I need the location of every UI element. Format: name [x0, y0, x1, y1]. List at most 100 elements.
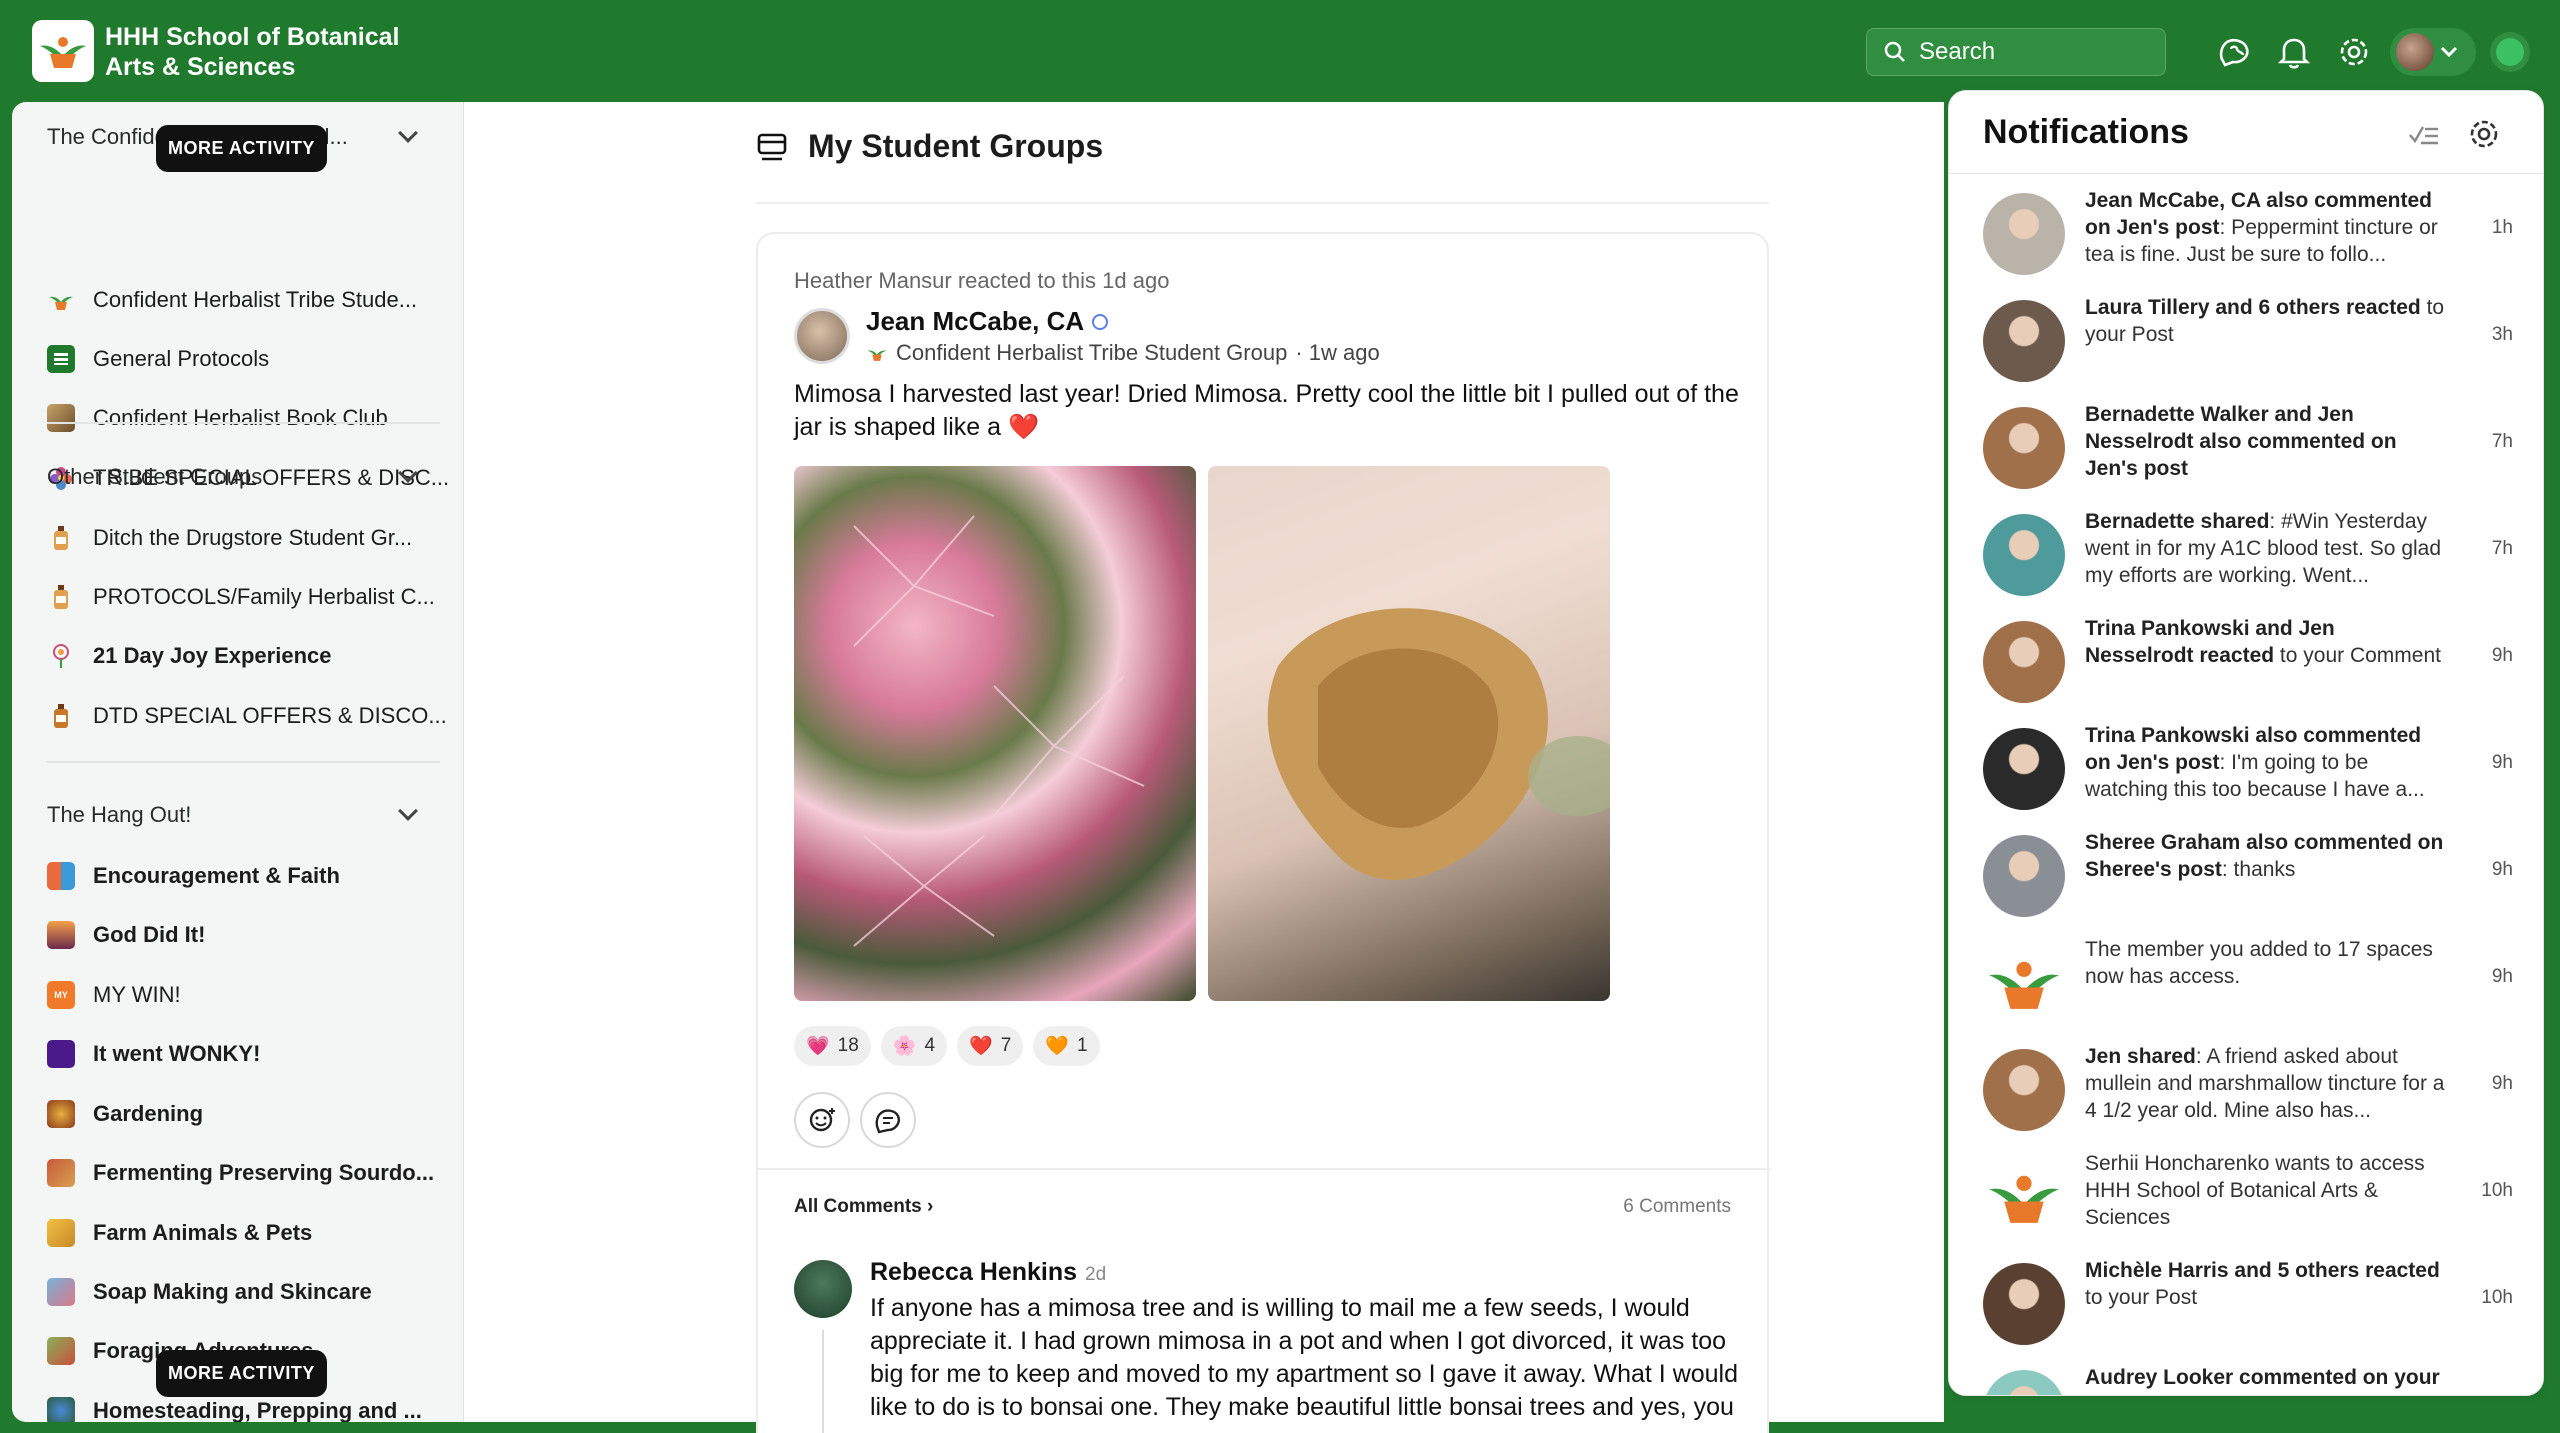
sidebar-item-label: It went WONKY!: [93, 1041, 261, 1066]
section-header-hang-out[interactable]: The Hang Out!: [47, 801, 427, 828]
notification-message: to your Comment: [2274, 644, 2441, 667]
notification-time: 3h: [2491, 324, 2513, 345]
author-name[interactable]: Jean McCabe, CA: [866, 306, 1109, 337]
notification-avatar: [1983, 514, 2065, 596]
reaction-pill[interactable]: 💗 18: [794, 1026, 871, 1066]
bell-icon[interactable]: [2274, 32, 2314, 72]
notification-text: Laura Tillery and 6 others reacted to yo…: [2085, 294, 2445, 348]
notification-time: 9h: [2491, 1073, 2513, 1094]
comment-icon: [875, 1109, 900, 1134]
sidebar-item-dtd-offers[interactable]: DTD SPECIAL OFFERS & DISCO...: [47, 696, 447, 736]
notification-text: Bernadette shared: #Win Yesterday went i…: [2085, 508, 2445, 589]
notification-item[interactable]: Jean McCabe, CA also commented on Jen's …: [1983, 187, 2513, 283]
notification-text: Trina Pankowski also commented on Jen's …: [2085, 722, 2445, 803]
commenter-avatar[interactable]: [794, 1260, 852, 1318]
sidebar-item-my-win[interactable]: MY MY WIN!: [47, 975, 447, 1015]
sidebar-item-encouragement[interactable]: Encouragement & Faith: [47, 856, 447, 896]
sidebar-item-wonky[interactable]: It went WONKY!: [47, 1034, 447, 1074]
commenter-name[interactable]: Rebecca Henkins 2d: [870, 1258, 1106, 1287]
notification-item[interactable]: Serhii Honcharenko wants to access HHH S…: [1983, 1150, 2513, 1246]
sidebar-item-label: Encouragement & Faith: [93, 863, 340, 888]
notification-item[interactable]: The member you added to 17 spaces now ha…: [1983, 936, 2513, 1032]
notification-item[interactable]: Laura Tillery and 6 others reacted to yo…: [1983, 294, 2513, 390]
search-icon: [1884, 41, 1905, 62]
sidebar-item-tribe-student[interactable]: Confident Herbalist Tribe Stude...: [47, 280, 447, 320]
sidebar-item-general-protocols[interactable]: General Protocols: [47, 339, 447, 379]
sidebar-item-family-herbalist[interactable]: PROTOCOLS/Family Herbalist C...: [47, 577, 447, 617]
author-name-text: Jean McCabe, CA: [866, 306, 1085, 336]
notification-actor: Bernadette Walker and Jen Nesselrodt als…: [2085, 403, 2397, 480]
notification-time: 10h: [2481, 1287, 2513, 1308]
author-avatar[interactable]: [794, 308, 850, 364]
divider: [1949, 173, 2543, 174]
herb-logo-icon: [47, 286, 75, 314]
notification-item[interactable]: Sheree Graham also commented on Sheree's…: [1983, 829, 2513, 925]
book-club-icon: [47, 404, 75, 432]
groups-icon: [757, 133, 787, 160]
notification-item[interactable]: Audrey Looker commented on your: [1983, 1364, 2513, 1395]
comments-count: 6 Comments: [1623, 1196, 1731, 1217]
reaction-pill[interactable]: ❤️ 7: [957, 1026, 1024, 1066]
section-header-other-groups[interactable]: Other Student Groups: [47, 463, 427, 490]
post-photo-mimosa-flowers[interactable]: [794, 466, 1196, 1001]
reaction-pill[interactable]: 🧡 1: [1033, 1026, 1100, 1066]
comment-time: 2d: [1085, 1264, 1107, 1285]
notification-item[interactable]: Michèle Harris and 5 others reacted to y…: [1983, 1257, 2513, 1353]
section-title: The Hang Out!: [47, 802, 192, 827]
page-title-text: My Student Groups: [808, 128, 1104, 164]
post-photo-dried-mimosa[interactable]: [1208, 466, 1610, 1001]
search-button[interactable]: Search: [1866, 28, 2166, 76]
gear-icon[interactable]: [2467, 117, 2501, 156]
notification-item[interactable]: Bernadette Walker and Jen Nesselrodt als…: [1983, 401, 2513, 497]
divider: [758, 1168, 1771, 1170]
notification-item[interactable]: Bernadette shared: #Win Yesterday went i…: [1983, 508, 2513, 604]
user-menu[interactable]: [2390, 28, 2476, 76]
post-group-link[interactable]: Confident Herbalist Tribe Student Group: [896, 340, 1287, 366]
messages-icon[interactable]: [2214, 32, 2254, 72]
soap-icon: [47, 1278, 75, 1306]
thread-line: [822, 1330, 824, 1433]
more-activity-tooltip[interactable]: MORE ACTIVITY: [156, 1350, 327, 1397]
commenter-name-text: Rebecca Henkins: [870, 1258, 1078, 1286]
reaction-count: 18: [837, 1035, 859, 1056]
comment-button[interactable]: [860, 1092, 916, 1148]
notification-time: 1h: [2491, 217, 2513, 238]
post-body: Mimosa I harvested last year! Dried Mimo…: [794, 380, 1739, 441]
brand-logo[interactable]: [32, 20, 94, 82]
all-comments-link[interactable]: All Comments ›: [794, 1196, 933, 1218]
reaction-pill[interactable]: 🌸 4: [880, 1026, 948, 1066]
protocols-icon: [47, 345, 75, 373]
sidebar-item-gardening[interactable]: Gardening: [47, 1094, 447, 1134]
community-badge[interactable]: [2490, 32, 2530, 72]
sidebar-item-21-day-joy[interactable]: 21 Day Joy Experience: [47, 636, 447, 676]
garden-icon: [47, 1100, 75, 1128]
sidebar-item-label: DTD SPECIAL OFFERS & DISCO...: [93, 703, 447, 728]
sidebar-item-label: Farm Animals & Pets: [93, 1220, 313, 1245]
mark-all-read-icon[interactable]: [2407, 117, 2441, 156]
notification-avatar: [1983, 835, 2065, 917]
notification-item[interactable]: Trina Pankowski and Jen Nesselrodt react…: [1983, 615, 2513, 711]
add-reaction-button[interactable]: [794, 1092, 850, 1148]
sidebar-item-fermenting[interactable]: Fermenting Preserving Sourdo...: [47, 1153, 447, 1193]
sidebar-item-god-did-it[interactable]: God Did It!: [47, 915, 447, 955]
sidebar-item-ditch-drugstore[interactable]: Ditch the Drugstore Student Gr...: [47, 518, 447, 558]
sidebar-item-book-club[interactable]: Confident Herbalist Book Club: [47, 398, 447, 438]
notification-item[interactable]: Trina Pankowski also commented on Jen's …: [1983, 722, 2513, 818]
notification-avatar: [1983, 1049, 2065, 1131]
gear-icon[interactable]: [2334, 32, 2374, 72]
chevron-down-icon: [398, 463, 418, 483]
notification-time: 9h: [2491, 752, 2513, 773]
sidebar-item-farm-animals[interactable]: Farm Animals & Pets: [47, 1213, 447, 1253]
brand-name[interactable]: HHH School of Botanical Arts & Sciences: [105, 22, 435, 82]
notification-text: Audrey Looker commented on your: [2085, 1364, 2445, 1391]
notification-item[interactable]: Jen shared: A friend asked about mullein…: [1983, 1043, 2513, 1139]
notification-actor: Jen shared: [2085, 1045, 2196, 1068]
notification-avatar: [1983, 407, 2065, 489]
notifications-title: Notifications: [1983, 113, 2189, 151]
more-activity-tooltip[interactable]: MORE ACTIVITY: [156, 125, 327, 172]
reaction-count: 7: [1000, 1035, 1012, 1056]
sidebar-item-soap-making[interactable]: Soap Making and Skincare: [47, 1272, 447, 1312]
notification-actor: Laura Tillery and 6 others reacted: [2085, 296, 2421, 319]
notification-text: Serhii Honcharenko wants to access HHH S…: [2085, 1150, 2445, 1231]
notification-text: Jean McCabe, CA also commented on Jen's …: [2085, 187, 2445, 268]
